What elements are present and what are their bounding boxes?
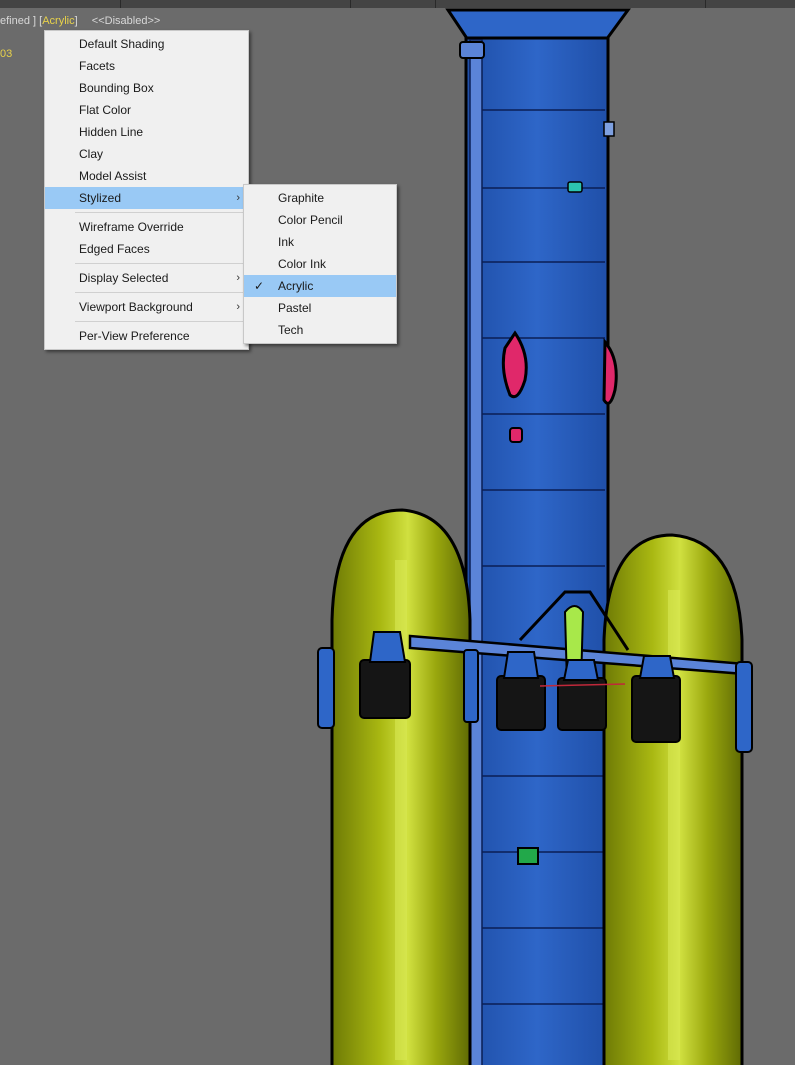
menu-separator [75,263,246,264]
menu-item-label: Wireframe Override [79,220,184,234]
menu-item-clay[interactable]: Clay [45,143,248,165]
menu-separator [75,212,246,213]
stylized-submenu: Graphite Color Pencil Ink Color Ink ✓ Acrylic… [243,184,397,344]
submenu-item-color-ink[interactable]: Color Ink [244,253,396,275]
menu-item-label: Ink [278,235,295,249]
menu-item-label: Edged Faces [79,242,150,256]
menu-item-label: Hidden Line [79,125,144,139]
menu-item-label: Color Ink [278,257,327,271]
submenu-item-ink[interactable]: Ink [244,231,396,253]
chevron-right-icon: › [236,272,240,284]
menu-item-default-shading[interactable]: Default Shading [45,33,248,55]
submenu-item-tech[interactable]: Tech [244,319,396,341]
menu-item-flat-color[interactable]: Flat Color [45,99,248,121]
menu-item-display-selected[interactable]: Display Selected › [45,267,248,289]
menu-item-per-view-preference[interactable]: Per-View Preference [45,325,248,347]
menu-item-label: Display Selected [79,271,169,285]
menu-item-label: Model Assist [79,169,147,183]
menu-item-label: Viewport Background [79,300,193,314]
menu-item-hidden-line[interactable]: Hidden Line [45,121,248,143]
menu-item-label: Acrylic [278,279,314,293]
menu-item-viewport-background[interactable]: Viewport Background › [45,296,248,318]
chevron-right-icon: › [236,301,240,313]
menu-item-label: Flat Color [79,103,132,117]
menu-separator [75,292,246,293]
menu-item-facets[interactable]: Facets [45,55,248,77]
menu-item-label: Facets [79,59,116,73]
menu-item-label: Default Shading [79,37,165,51]
vent-pink-right [602,337,618,405]
menu-item-wireframe-override[interactable]: Wireframe Override [45,216,248,238]
submenu-item-pastel[interactable]: Pastel [244,297,396,319]
menu-item-label: Color Pencil [278,213,343,227]
menu-item-label: Per-View Preference [79,329,190,343]
submenu-item-color-pencil[interactable]: Color Pencil [244,209,396,231]
menu-item-stylized[interactable]: Stylized › [45,187,248,209]
core-stage [464,36,610,1065]
menu-item-label: Tech [278,323,304,337]
menu-item-bounding-box[interactable]: Bounding Box [45,77,248,99]
menu-item-label: Pastel [278,301,312,315]
chevron-right-icon: › [236,192,240,204]
checkmark-icon: ✓ [254,279,265,293]
viewport-shading-menu: Default Shading Facets Bounding Box Flat Co… [44,30,249,350]
menu-item-edged-faces[interactable]: Edged Faces [45,238,248,260]
menu-item-model-assist[interactable]: Model Assist [45,165,248,187]
menu-item-label: Stylized [79,191,122,205]
menu-separator [75,321,246,322]
menu-item-label: Graphite [278,191,325,205]
submenu-item-acrylic[interactable]: ✓ Acrylic [244,275,396,297]
menu-item-label: Clay [79,147,104,161]
menu-item-label: Bounding Box [79,81,154,95]
submenu-item-graphite[interactable]: Graphite [244,187,396,209]
fairing-top [445,8,631,42]
